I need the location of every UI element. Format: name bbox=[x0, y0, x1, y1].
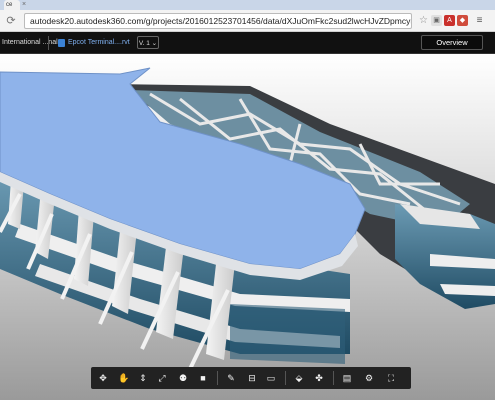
toolbar-divider bbox=[333, 371, 334, 385]
header-divider bbox=[48, 36, 49, 50]
dolly-icon[interactable]: ⇕ bbox=[135, 367, 151, 389]
overview-button[interactable]: Overview bbox=[421, 35, 483, 50]
fullscreen-icon[interactable]: ⛶ bbox=[383, 367, 399, 389]
version-dropdown[interactable]: V. 1 ⌄ bbox=[137, 36, 159, 49]
settings-icon[interactable]: ⚙ bbox=[361, 367, 377, 389]
reload-icon[interactable]: ⟳ bbox=[5, 15, 17, 27]
browser-tab-strip: ce × bbox=[0, 0, 495, 10]
measure-icon[interactable]: ✎ bbox=[223, 367, 239, 389]
file-name[interactable]: Epcot Terminal....rvt bbox=[68, 32, 130, 54]
browser-tab[interactable]: ce bbox=[4, 0, 20, 10]
toolbar-divider bbox=[217, 371, 218, 385]
menu-icon[interactable]: ≡ bbox=[474, 15, 485, 26]
file-icon bbox=[58, 39, 65, 47]
first-person-icon[interactable]: ⚉ bbox=[175, 367, 191, 389]
properties-icon[interactable]: ▤ bbox=[339, 367, 355, 389]
explode-icon[interactable]: ✤ bbox=[311, 367, 327, 389]
url-text: autodesk20.autodesk360.com/g/projects/20… bbox=[30, 16, 411, 26]
version-label: V. 1 bbox=[138, 40, 150, 47]
pan-icon[interactable]: ✋ bbox=[116, 367, 132, 389]
extension-icon[interactable]: ▣ bbox=[431, 15, 442, 26]
tab-close-icon[interactable]: × bbox=[20, 1, 28, 9]
3d-viewport[interactable] bbox=[0, 54, 495, 400]
viewer-toolbar: ✥ ✋ ⇕ ⤢ ⚉ ■ ✎ ⊟ ▭ ⬙ ✤ ▤ ⚙ ⛶ bbox=[91, 367, 411, 389]
orbit-icon[interactable]: ✥ bbox=[95, 367, 111, 389]
section-icon[interactable]: ⊟ bbox=[244, 367, 260, 389]
viewer-header: International ...nal Epcot Terminal....r… bbox=[0, 32, 495, 54]
address-bar[interactable]: autodesk20.autodesk360.com/g/projects/20… bbox=[24, 13, 412, 29]
pdf-extension-icon[interactable]: A bbox=[444, 15, 455, 26]
bookmark-star-icon[interactable]: ☆ bbox=[418, 15, 429, 26]
camera-icon[interactable]: ■ bbox=[195, 367, 211, 389]
markup-icon[interactable]: ▭ bbox=[263, 367, 279, 389]
breadcrumb-project[interactable]: International ...nal bbox=[2, 32, 58, 54]
browser-toolbar: ⟳ autodesk20.autodesk360.com/g/projects/… bbox=[0, 10, 495, 32]
extension-red-icon[interactable]: ◆ bbox=[457, 15, 468, 26]
model-browser-icon[interactable]: ⬙ bbox=[291, 367, 307, 389]
toolbar-divider bbox=[285, 371, 286, 385]
fit-view-icon[interactable]: ⤢ bbox=[154, 367, 170, 389]
